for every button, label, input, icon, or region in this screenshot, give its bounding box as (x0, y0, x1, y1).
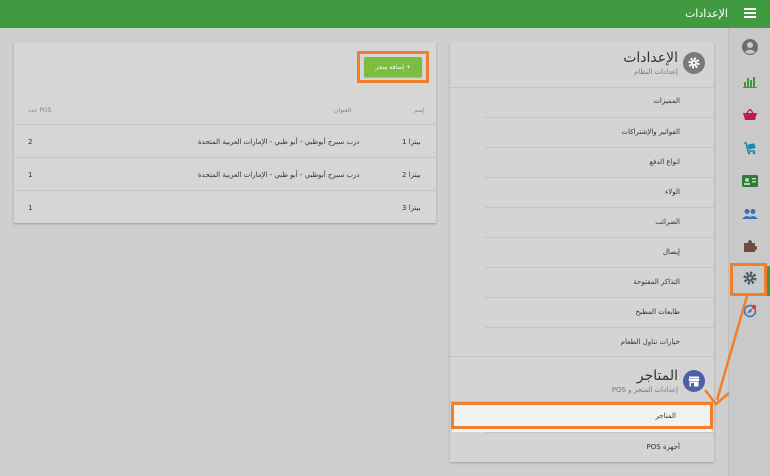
settings-item-payment-types[interactable]: انواع الدفع (485, 147, 714, 177)
pos-count-cell: 1 (28, 204, 33, 212)
section-subtitle: إعدادات النظام (633, 68, 678, 76)
puzzle-icon[interactable] (735, 235, 765, 257)
contact-card-icon[interactable] (735, 170, 765, 192)
settings-item-loyalty[interactable]: الولاء (485, 177, 714, 207)
add-store-button[interactable]: + إضافة متجر (364, 57, 422, 77)
settings-gear-icon (683, 52, 705, 74)
table-row[interactable]: 1 درب سبرج أبوظبي - أبو ظبي - الإمارات ا… (14, 157, 436, 190)
reports-icon[interactable] (735, 71, 765, 93)
item-label: طابعات المطبخ (635, 308, 680, 316)
settings-item-kitchen-printers[interactable]: طابعات المطبخ (485, 297, 714, 327)
settings-item-billing[interactable]: الفواتير والإشتراكات (485, 117, 714, 147)
item-label: المميزات (653, 97, 680, 105)
stores-item-highlight-frame (451, 402, 713, 429)
table-header: عدد POS العنوان إسم (14, 98, 436, 124)
item-label: انواع الدفع (649, 158, 680, 166)
top-app-bar: الإعدادات (0, 0, 770, 28)
item-label: إيصال (662, 248, 680, 256)
header-name[interactable]: إسم (414, 107, 425, 114)
pointer-arrow (704, 295, 749, 406)
people-icon[interactable] (735, 203, 765, 225)
stores-header: المتاجر إعدادات المتجر و POS (450, 360, 714, 404)
name-cell: بيتزا 2 (402, 171, 421, 179)
table-row[interactable]: 1 بيتزا 3 (14, 190, 436, 223)
item-label: الولاء (665, 188, 680, 196)
address-cell: درب سبرج أبوظبي - أبو ظبي - الإمارات الع… (198, 138, 360, 146)
settings-item-taxes[interactable]: الضرائب (485, 207, 714, 237)
settings-item-features[interactable]: المميزات (485, 87, 714, 117)
header-pos-count[interactable]: عدد POS (28, 107, 51, 114)
section-subtitle: إعدادات المتجر و POS (611, 386, 678, 394)
name-cell: بيتزا 3 (402, 204, 421, 212)
item-label: أجهزة POS (646, 443, 680, 451)
header-address[interactable]: العنوان (334, 107, 351, 114)
settings-item-open-tickets[interactable]: التذاكر المفتوحة (485, 267, 714, 297)
menu-icon[interactable] (744, 8, 756, 18)
cart-icon[interactable] (735, 137, 765, 159)
item-label: خيارات تناول الطعام (620, 338, 680, 346)
name-cell: بيتزا 1 (402, 138, 421, 146)
settings-panel: الإعدادات إعدادات النظام المميزات الفوات… (450, 42, 714, 462)
item-label: الفواتير والإشتراكات (621, 128, 681, 136)
item-label: التذاكر المفتوحة (633, 278, 680, 286)
settings-item-dining-options[interactable]: خيارات تناول الطعام (485, 327, 714, 357)
basket-icon[interactable] (735, 104, 765, 126)
section-title: الإعدادات (623, 50, 678, 66)
page-title: الإعدادات (684, 7, 728, 20)
pos-count-cell: 1 (28, 171, 33, 179)
address-cell: درب سبرج أبوظبي - أبو ظبي - الإمارات الع… (198, 171, 360, 179)
table-row[interactable]: 2 درب سبرج أبوظبي - أبو ظبي - الإمارات ا… (14, 124, 436, 157)
account-icon[interactable] (735, 36, 765, 58)
section-title: المتاجر (636, 368, 678, 384)
item-label: الضرائب (655, 218, 680, 226)
stores-item-pos-devices[interactable]: أجهزة POS (485, 432, 714, 462)
divider (450, 356, 714, 357)
settings-item-receipt[interactable]: إيصال (485, 237, 714, 267)
pos-count-cell: 2 (28, 138, 33, 146)
system-settings-header: الإعدادات إعدادات النظام (450, 42, 714, 86)
